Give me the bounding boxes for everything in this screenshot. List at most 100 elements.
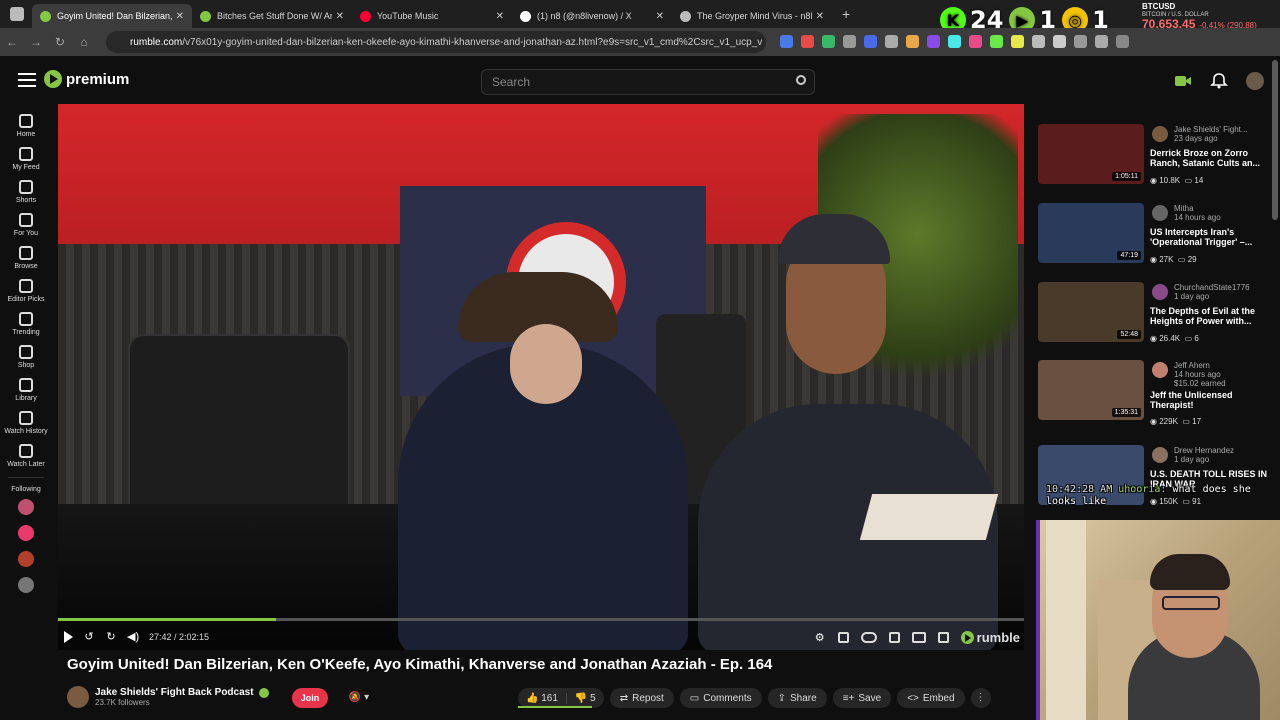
following-avatar[interactable] <box>18 577 34 593</box>
sidebar-item-my-feed[interactable]: My Feed <box>0 147 52 172</box>
channel-avatar[interactable] <box>1152 362 1168 378</box>
bell-icon[interactable] <box>1210 72 1228 90</box>
settings-icon[interactable]: ⚙ <box>814 632 826 644</box>
following-avatar[interactable] <box>18 525 34 541</box>
channel-avatar[interactable] <box>1152 284 1168 300</box>
browser-tab[interactable]: Goyim United! Dan Bilzerian, K ✕ <box>32 4 192 28</box>
tab-close-icon[interactable]: ✕ <box>336 11 344 22</box>
home-icon[interactable]: ⌂ <box>72 35 96 49</box>
extension-icon[interactable] <box>990 35 1003 48</box>
rewind-icon[interactable]: ↺ <box>83 631 95 643</box>
share-button[interactable]: ⇪ Share <box>767 688 827 708</box>
video-thumbnail[interactable]: 1:05:11 <box>1038 124 1144 184</box>
extension-icon[interactable] <box>1032 35 1045 48</box>
browser-tab[interactable]: (1) n8 (@n8livenow) / X ✕ <box>512 4 672 28</box>
channel-name[interactable]: Drew Hernandez <box>1174 446 1270 455</box>
extension-icon[interactable] <box>1011 35 1024 48</box>
browser-tab[interactable]: YouTube Music ✕ <box>352 4 512 28</box>
tab-close-icon[interactable]: ✕ <box>816 11 824 22</box>
sidebar-item-trending[interactable]: Trending <box>0 312 52 337</box>
rumble-logo[interactable]: premium <box>44 70 129 88</box>
menu-icon[interactable] <box>18 73 36 87</box>
embed-button[interactable]: <> Embed <box>897 688 965 708</box>
sidebar-item-shop[interactable]: Shop <box>0 345 52 370</box>
rumble-brand[interactable]: rumble <box>960 630 1020 645</box>
recommended-video[interactable]: 52:48 ChurchandState1776 1 day ago The Dept… <box>1036 282 1272 356</box>
like-button[interactable]: 👍 161 <box>518 693 566 704</box>
extension-icon[interactable] <box>1074 35 1087 48</box>
extension-icon[interactable] <box>885 35 898 48</box>
extension-icon[interactable] <box>1053 35 1066 48</box>
extension-icon[interactable] <box>948 35 961 48</box>
extension-icon[interactable] <box>927 35 940 48</box>
notification-toggle[interactable]: 🔕 ▾ <box>340 689 378 707</box>
browser-tab[interactable]: Bitches Get Stuff Done W/ Aryn ✕ <box>192 4 352 28</box>
autoplay-toggle[interactable] <box>860 632 877 643</box>
tab-close-icon[interactable]: ✕ <box>496 11 504 22</box>
recommended-title[interactable]: Derrick Broze on Zorro Ranch, Satanic Cu… <box>1150 148 1270 168</box>
forward-icon[interactable]: → <box>24 35 48 49</box>
extension-icon[interactable] <box>822 35 835 48</box>
extension-icon[interactable] <box>906 35 919 48</box>
fullscreen-icon[interactable] <box>937 632 949 643</box>
extension-icon[interactable] <box>969 35 982 48</box>
recommended-video[interactable]: 1:35:31 Jeff Ahern 14 hours ago $15.02 earn… <box>1036 360 1272 434</box>
play-icon[interactable] <box>64 631 73 643</box>
video-player[interactable] <box>58 104 1024 650</box>
browser-tab[interactable]: The Groyper Mind Virus - n8liv ✕ <box>672 4 832 28</box>
channel-name[interactable]: Jake Shields' Fight... <box>1174 125 1270 134</box>
recommended-title[interactable]: US Intercepts Iran's 'Operational Trigge… <box>1150 227 1270 247</box>
channel-name[interactable]: Mitha <box>1174 204 1270 213</box>
repost-button[interactable]: ⇄ Repost <box>609 688 674 708</box>
extension-icon[interactable] <box>864 35 877 48</box>
channel-name[interactable]: Jeff Ahern <box>1174 361 1270 370</box>
dislike-button[interactable]: 👎 5 <box>565 692 604 704</box>
recommended-video[interactable]: 47:19 Mitha 14 hours ago US Intercepts Iran… <box>1036 203 1272 277</box>
sidebar-item-shorts[interactable]: Shorts <box>0 180 52 205</box>
tab-close-icon[interactable]: ✕ <box>656 11 664 22</box>
sidebar-item-home[interactable]: Home <box>0 114 52 139</box>
more-options-icon[interactable]: ⋮ <box>970 688 991 708</box>
channel-avatar[interactable] <box>1152 205 1168 221</box>
captions-icon[interactable] <box>837 632 849 643</box>
channel-avatar[interactable] <box>1152 126 1168 142</box>
tab-close-icon[interactable]: ✕ <box>176 11 184 22</box>
url-bar[interactable]: rumble.com/v76x01y-goyim-united-dan-bilz… <box>106 31 766 53</box>
video-thumbnail[interactable]: 47:19 <box>1038 203 1144 263</box>
search-input[interactable]: Search <box>481 69 815 95</box>
sidebar-item-library[interactable]: Library <box>0 378 52 403</box>
account-avatar[interactable] <box>1246 72 1264 90</box>
channel-avatar[interactable] <box>67 686 89 708</box>
search-icon[interactable] <box>796 75 806 85</box>
sidebar-item-for-you[interactable]: For You <box>0 213 52 238</box>
recommended-video[interactable]: 1:05:11 Jake Shields' Fight... 23 days ago… <box>1036 124 1272 198</box>
channel-name[interactable]: ChurchandState1776 <box>1174 283 1270 292</box>
window-menu-icon[interactable] <box>10 7 24 21</box>
extension-icon[interactable] <box>801 35 814 48</box>
sidebar-item-browse[interactable]: Browse <box>0 246 52 271</box>
recommended-title[interactable]: Jeff the Unlicensed Therapist! <box>1150 390 1270 410</box>
volume-icon[interactable]: ◀) <box>127 631 139 643</box>
theater-icon[interactable] <box>911 632 926 643</box>
join-button[interactable]: Join <box>292 688 328 708</box>
video-thumbnail[interactable]: 52:48 <box>1038 282 1144 342</box>
back-icon[interactable]: ← <box>0 35 24 49</box>
extension-icon[interactable] <box>843 35 856 48</box>
recommended-title[interactable]: The Depths of Evil at the Heights of Pow… <box>1150 306 1270 326</box>
channel-avatar[interactable] <box>1152 447 1168 463</box>
sidebar-item-watch-later[interactable]: Watch Later <box>0 444 52 469</box>
page-scrollbar[interactable] <box>1272 60 1278 220</box>
following-avatar[interactable] <box>18 551 34 567</box>
sidebar-item-watch-history[interactable]: Watch History <box>0 411 52 436</box>
comments-button[interactable]: ▭ Comments <box>679 688 762 708</box>
reload-icon[interactable]: ↻ <box>48 35 72 49</box>
progress-bar[interactable] <box>58 618 1024 621</box>
extension-icon[interactable] <box>1116 35 1129 48</box>
channel-name[interactable]: Jake Shields' Fight Back Podcast <box>95 687 254 698</box>
video-thumbnail[interactable]: 1:35:31 <box>1038 360 1144 420</box>
sidebar-item-editor-picks[interactable]: Editor Picks <box>0 279 52 304</box>
upload-video-icon[interactable] <box>1174 72 1192 90</box>
save-button[interactable]: ≡+ Save <box>832 688 892 708</box>
new-tab-icon[interactable]: + <box>842 6 850 22</box>
forward-skip-icon[interactable]: ↻ <box>105 631 117 643</box>
